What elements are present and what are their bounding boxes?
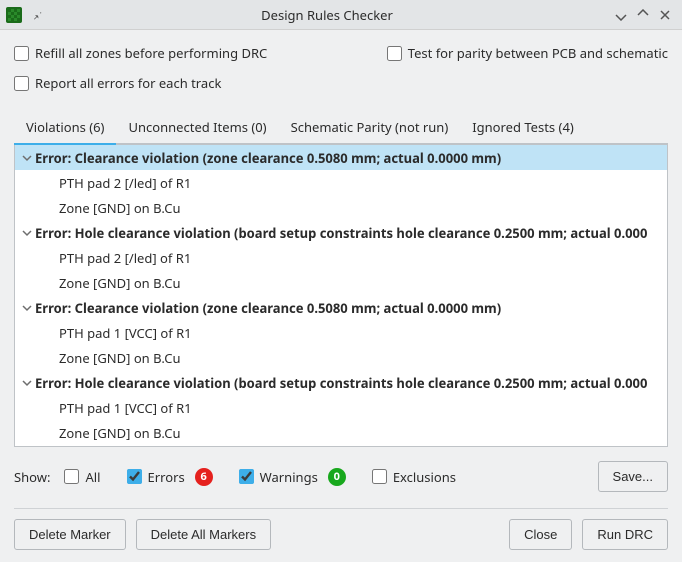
pin-icon[interactable] [30,8,44,22]
violation-detail[interactable]: PTH pad 2 [/led] of R1 [15,170,667,195]
filter-all-label: All [85,468,100,486]
violation-detail[interactable]: Zone [GND] on B.Cu [15,345,667,370]
parity-input[interactable] [387,46,402,61]
violation-title: Error: Clearance violation (zone clearan… [35,299,501,317]
filter-exclusions-input[interactable] [372,469,387,484]
violation-row[interactable]: Error: Clearance violation (zone clearan… [15,145,667,170]
violation-row[interactable]: Error: Hole clearance violation (board s… [15,220,667,245]
app-icon [6,7,22,23]
filter-warnings-label: Warnings [260,468,318,486]
violation-detail[interactable]: Zone [GND] on B.Cu [15,195,667,220]
violation-title: Error: Hole clearance violation (board s… [35,224,647,242]
tab-ignored-tests[interactable]: Ignored Tests (4) [460,110,586,145]
titlebar: Design Rules Checker [0,0,682,30]
filter-exclusions-checkbox[interactable]: Exclusions [372,468,456,486]
parity-label: Test for parity between PCB and schemati… [408,44,668,62]
tab-violations[interactable]: Violations (6) [14,110,116,145]
delete-all-markers-button[interactable]: Delete All Markers [136,519,271,550]
violation-row[interactable]: Error: Clearance violation (zone clearan… [15,295,667,320]
violation-title: Error: Hole clearance violation (board s… [35,374,647,392]
refill-zones-input[interactable] [14,46,29,61]
drc-dialog: Design Rules Checker Refill all zones be… [0,0,682,562]
warnings-count-badge: 0 [328,468,346,486]
filter-errors-label: Errors [148,468,185,486]
action-bar: Delete Marker Delete All Markers Close R… [14,519,668,550]
violation-detail[interactable]: PTH pad 1 [VCC] of R1 [15,320,667,345]
violations-list[interactable]: Error: Clearance violation (zone clearan… [14,145,668,447]
report-all-label: Report all errors for each track [35,74,221,92]
filter-exclusions-label: Exclusions [393,468,456,486]
close-button[interactable]: Close [509,519,572,550]
tab-schematic-parity[interactable]: Schematic Parity (not run) [279,110,461,145]
violation-detail[interactable]: PTH pad 1 [VCC] of R1 [15,395,667,420]
tab-bar: Violations (6) Unconnected Items (0) Sch… [14,110,668,145]
chevron-down-icon [19,303,35,313]
violation-row[interactable]: Error: Hole clearance violation (board s… [15,370,667,395]
violation-title: Error: Clearance violation (zone clearan… [35,149,501,167]
violation-detail[interactable]: PTH pad 2 [/led] of R1 [15,245,667,270]
report-all-checkbox[interactable]: Report all errors for each track [14,74,221,92]
filter-warnings-checkbox[interactable]: Warnings 0 [239,468,346,486]
save-button[interactable]: Save... [598,461,668,492]
filter-all-checkbox[interactable]: All [64,468,100,486]
show-label: Show: [14,468,50,486]
options-row-2: Report all errors for each track [14,74,668,92]
chevron-down-icon [19,228,35,238]
run-drc-button[interactable]: Run DRC [582,519,668,550]
chevron-down-icon [19,153,35,163]
separator [14,508,668,509]
refill-zones-label: Refill all zones before performing DRC [35,44,267,62]
tab-unconnected[interactable]: Unconnected Items (0) [116,110,278,145]
violation-detail[interactable]: Zone [GND] on B.Cu [15,420,667,445]
refill-zones-checkbox[interactable]: Refill all zones before performing DRC [14,44,267,62]
close-icon[interactable] [654,4,676,26]
chevron-down-icon [19,378,35,388]
filter-bar: Show: All Errors 6 Warnings 0 Exclusions… [14,447,668,496]
filter-errors-input[interactable] [127,469,142,484]
filter-all-input[interactable] [64,469,79,484]
options-row-1: Refill all zones before performing DRC T… [14,44,668,62]
maximize-icon[interactable] [632,4,654,26]
dialog-content: Refill all zones before performing DRC T… [0,30,682,562]
delete-marker-button[interactable]: Delete Marker [14,519,126,550]
violation-detail[interactable]: Zone [GND] on B.Cu [15,270,667,295]
window-title: Design Rules Checker [44,6,610,24]
minimize-icon[interactable] [610,4,632,26]
filter-warnings-input[interactable] [239,469,254,484]
filter-errors-checkbox[interactable]: Errors 6 [127,468,213,486]
parity-checkbox[interactable]: Test for parity between PCB and schemati… [387,44,668,62]
errors-count-badge: 6 [195,468,213,486]
report-all-input[interactable] [14,76,29,91]
